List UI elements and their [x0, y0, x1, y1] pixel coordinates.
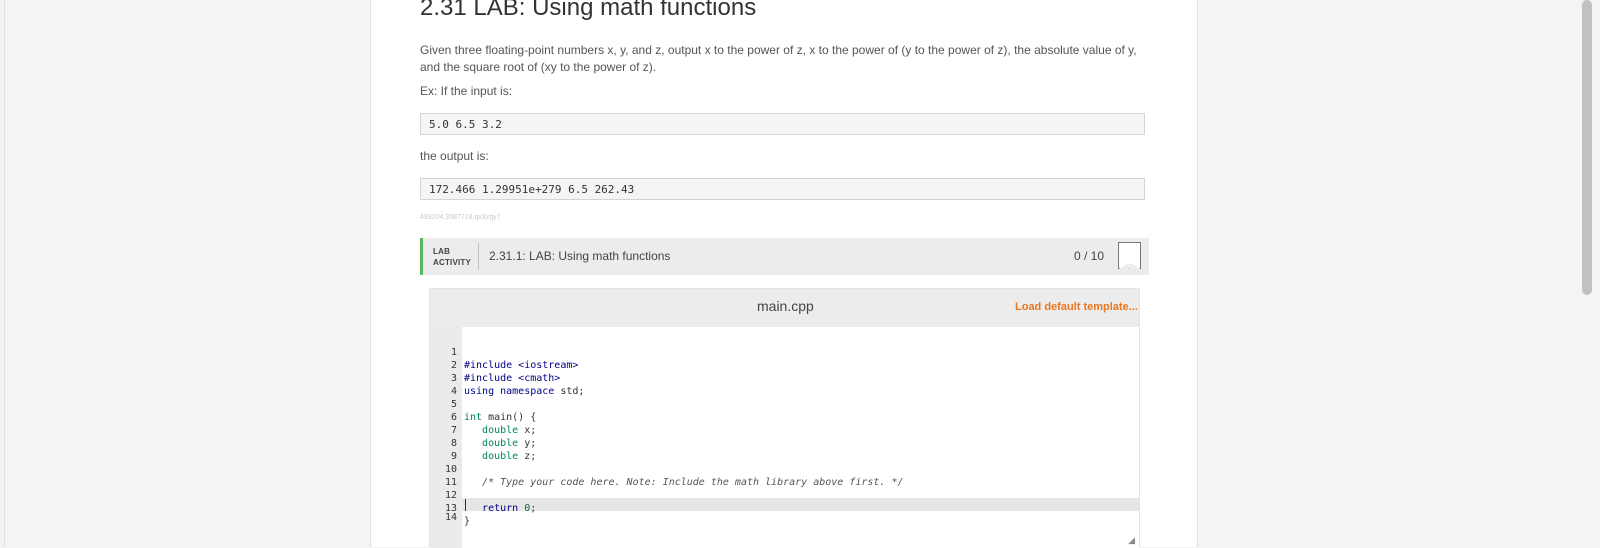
line-number: 14	[444, 512, 457, 523]
code-line: 4	[430, 372, 1139, 397]
resize-handle-icon[interactable]: ◢	[1128, 535, 1135, 546]
file-name: main.cpp	[757, 298, 814, 314]
left-edge-divider	[4, 0, 5, 547]
code-editor[interactable]: 1 #include <iostream> 2 #include <cmath>…	[430, 327, 1139, 548]
load-default-template-link[interactable]: Load default template...	[1015, 301, 1138, 313]
code-line: 9	[430, 437, 1139, 462]
code-line: 3 using namespace std;	[430, 359, 1139, 397]
example-output-label: the output is:	[420, 149, 489, 163]
code-line: 1 #include <iostream>	[430, 333, 1139, 371]
code-line: 6 double x;	[430, 398, 1139, 436]
code-editor-panel: main.cpp Load default template... 1 #inc…	[429, 288, 1140, 548]
page-scrollbar[interactable]	[1582, 0, 1592, 295]
example-input-label: Ex: If the input is:	[420, 84, 513, 98]
example-input-box: 5.0 6.5 3.2	[420, 113, 1145, 135]
lab-tag-line1: LAB	[433, 247, 451, 256]
content-page: 2.31 LAB: Using math functions Given thr…	[370, 0, 1198, 548]
lab-tag-line2: ACTIVITY	[433, 258, 472, 267]
section-title: 2.31 LAB: Using math functions	[420, 0, 757, 21]
code-line: 2 #include <cmath>	[430, 346, 1139, 384]
editor-file-bar: main.cpp Load default template...	[430, 289, 1139, 327]
lab-activity-title: 2.31.1: LAB: Using math functions	[489, 249, 671, 263]
lab-activity-header: LAB ACTIVITY 2.31.1: LAB: Using math fun…	[420, 238, 1149, 275]
problem-description: Given three floating-point numbers x, y,…	[420, 43, 1137, 74]
code-line: 14	[430, 498, 1139, 523]
code-line: 10 /* Type your code here. Note: Include…	[430, 450, 1139, 488]
code-line: 5 int main() {	[430, 385, 1139, 423]
code-line: 8 double z;	[430, 424, 1139, 462]
example-output-box: 172.466 1.29951e+279 6.5 262.43	[420, 178, 1145, 200]
content-id: 493204.3587718.qx3zqy7	[420, 214, 501, 221]
lab-activity-tag: LAB ACTIVITY	[433, 246, 471, 268]
score-badge-icon	[1118, 242, 1141, 269]
code-line: 12 return 0;	[430, 476, 1139, 514]
code-line: 11	[430, 463, 1139, 488]
header-divider	[478, 243, 479, 270]
lab-score: 0 / 10	[1074, 249, 1105, 263]
code-line: 7 double y;	[430, 411, 1139, 449]
